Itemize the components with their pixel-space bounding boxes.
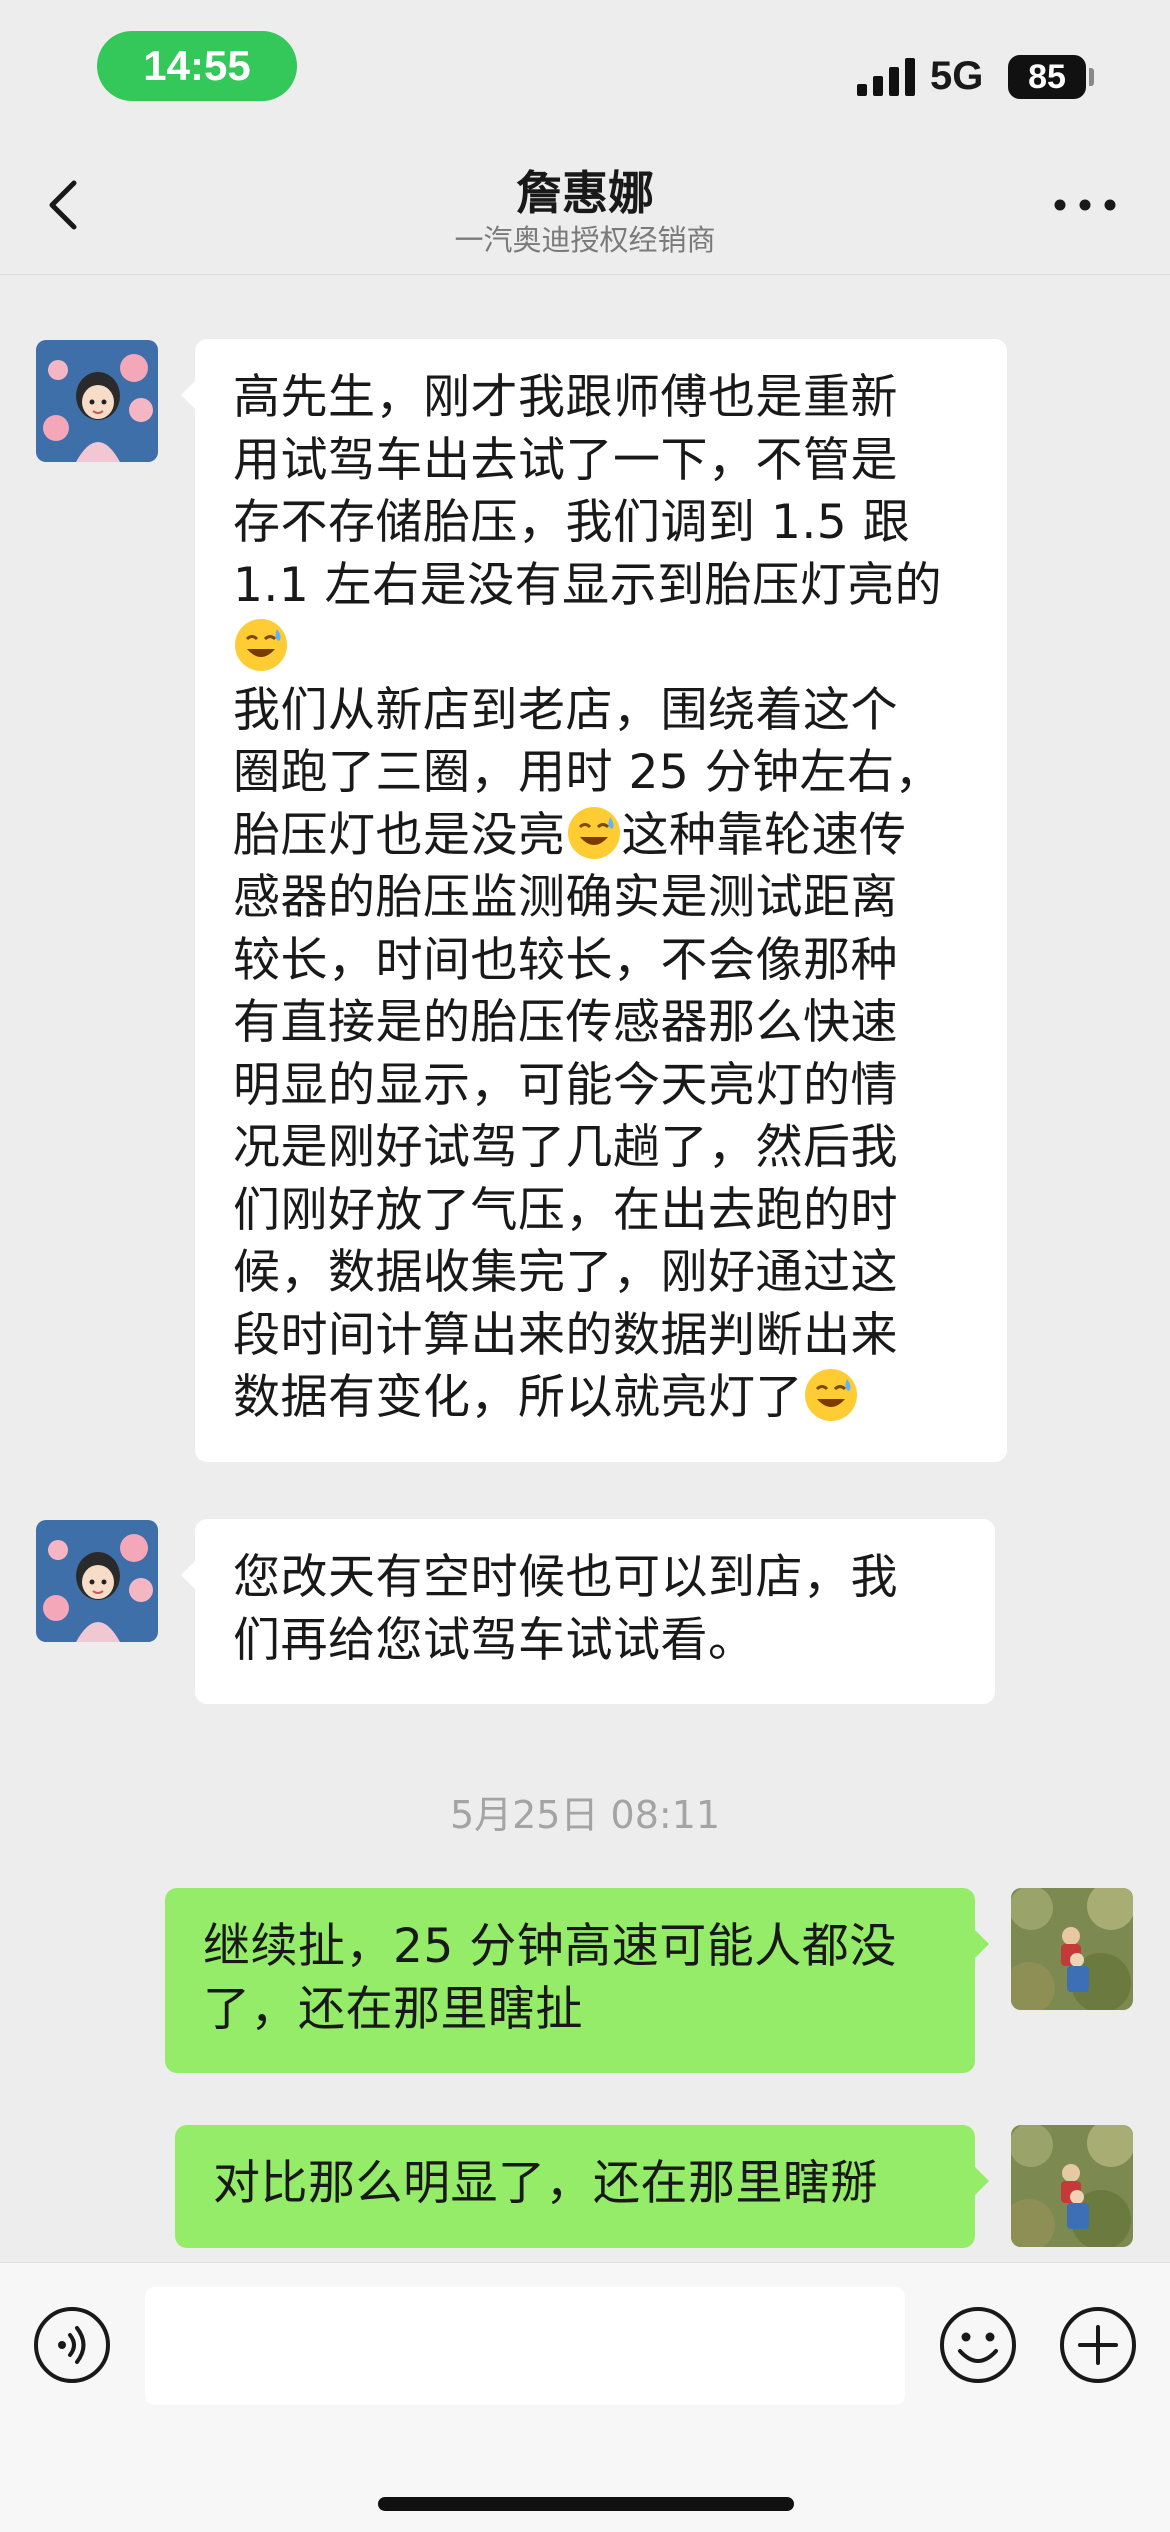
message-input[interactable] xyxy=(145,2287,905,2405)
message-line: 高先生，刚才我跟师傅也是重新 xyxy=(233,370,898,425)
user-avatar[interactable] xyxy=(1011,1888,1133,2010)
battery-tip xyxy=(1089,68,1094,86)
message-line: 了，还在那里瞎扯 xyxy=(203,1981,583,2037)
status-time: 14:55 xyxy=(97,31,297,101)
message-bubble-incoming[interactable]: 高先生，刚才我跟师傅也是重新 用试驾车出去试了一下，不管是 存不存储胎压，我们调… xyxy=(181,339,1007,1462)
message-line: 圈跑了三圈，用时 25 分钟左右， xyxy=(233,745,943,800)
message-bubble-outgoing[interactable]: 继续扯，25 分钟高速可能人都没 了，还在那里瞎扯 xyxy=(165,1888,989,2073)
grinning-sweat-emoji-icon xyxy=(567,806,620,859)
message-line: 1.1 左右是没有显示到胎压灯亮的 xyxy=(233,557,943,613)
message-line: 胎压灯也是没亮 这种靠轮速传 xyxy=(233,805,969,868)
message-line: 数据有变化，所以就亮灯了 xyxy=(233,1367,969,1430)
message-text: 这种靠轮速传 xyxy=(621,807,907,863)
message-line: 们刚好放了气压，在出去跑的时 xyxy=(233,1182,898,1238)
message-line: 有直接是的胎压传感器那么快速 xyxy=(233,995,898,1050)
grinning-sweat-emoji-icon xyxy=(805,1369,857,1421)
contact-avatar[interactable] xyxy=(36,1520,158,1642)
chat-title: 詹惠娜 xyxy=(516,166,654,220)
message-text: 数据有变化，所以就亮灯了 xyxy=(233,1370,803,1425)
message-line: 对比那么明显了，还在那里瞎掰 xyxy=(213,2156,878,2211)
message-line: 候，数据收集完了，刚好通过这 xyxy=(233,1245,898,1300)
chat-message-list[interactable]: 高先生，刚才我跟师傅也是重新 用试驾车出去试了一下，不管是 存不存储胎压，我们调… xyxy=(0,276,1170,2261)
message-line: 明显的显示，可能今天亮灯的情 xyxy=(233,1057,898,1113)
message-line: 况是刚好试驾了几趟了，然后我 xyxy=(233,1120,898,1175)
message-line: 继续扯，25 分钟高速可能人都没 xyxy=(203,1919,897,1974)
message-text: 胎压灯也是没亮 xyxy=(233,807,566,863)
message-bubble-outgoing[interactable]: 对比那么明显了，还在那里瞎掰 xyxy=(175,2125,989,2248)
battery-indicator: 85 xyxy=(1008,55,1086,99)
chat-subtitle: 一汽奥迪授权经销商 xyxy=(454,223,716,257)
home-indicator[interactable] xyxy=(378,2497,794,2511)
plus-icon[interactable] xyxy=(1058,2305,1138,2385)
chat-header: 詹惠娜 一汽奥迪授权经销商 xyxy=(0,135,1170,275)
message-line: 感器的胎压监测确实是测试距离 xyxy=(233,870,898,925)
user-avatar[interactable] xyxy=(1011,2125,1133,2247)
cellular-signal-icon xyxy=(857,58,915,96)
message-line: 们再给您试驾车试试看。 xyxy=(233,1612,756,1668)
message-line: 您改天有空时候也可以到店，我 xyxy=(233,1550,898,1605)
message-line: 段时间计算出来的数据判断出来 xyxy=(233,1307,898,1363)
message-bubble-incoming[interactable]: 您改天有空时候也可以到店，我 们再给您试驾车试试看。 xyxy=(181,1519,995,1704)
message-line: 较长，时间也较长，不会像那种 xyxy=(233,932,898,988)
message-line: 存不存储胎压，我们调到 1.5 跟 xyxy=(233,495,911,550)
contact-avatar[interactable] xyxy=(36,340,158,462)
status-bar: 14:55 5G 85 xyxy=(0,0,1170,135)
smiley-icon[interactable] xyxy=(938,2305,1018,2385)
network-type: 5G xyxy=(930,54,984,98)
message-timestamp: 5月25日 08:11 xyxy=(449,1793,721,1837)
message-line: 用试驾车出去试了一下，不管是 xyxy=(233,432,898,488)
voice-icon[interactable] xyxy=(32,2305,112,2385)
ellipsis-icon[interactable] xyxy=(1050,190,1120,220)
message-line: 我们从新店到老店，围绕着这个 xyxy=(233,682,898,738)
message-input-bar xyxy=(0,2262,1170,2532)
grinning-sweat-emoji-icon xyxy=(235,619,287,671)
message-line xyxy=(233,617,969,680)
